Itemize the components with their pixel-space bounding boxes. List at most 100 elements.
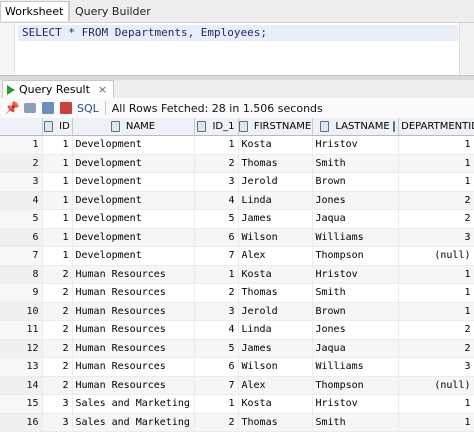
table-row[interactable]: 12 2 Human Resources 5 James Jaqua 2 — [0, 339, 474, 358]
cell-id-1[interactable]: 3 — [194, 172, 239, 192]
cell-firstname[interactable]: Alex — [238, 376, 313, 395]
row-number[interactable]: 8 — [0, 265, 43, 284]
cell-firstname[interactable]: Thomas — [238, 413, 313, 432]
cell-id-1[interactable]: 6 — [194, 357, 239, 377]
column-header-lastname[interactable]: LASTNAME — [312, 118, 399, 136]
cell-firstname[interactable]: Kosta — [238, 135, 313, 155]
cell-id[interactable]: 2 — [42, 357, 73, 377]
cell-lastname[interactable]: Smith — [312, 154, 399, 173]
cell-name[interactable]: Human Resources — [72, 357, 195, 377]
table-row[interactable]: 16 3 Sales and Marketing 2 Thomas Smith 1 — [0, 413, 474, 432]
cell-departmentid[interactable]: (null) — [398, 246, 474, 266]
row-number[interactable]: 3 — [0, 172, 43, 192]
cell-firstname[interactable]: Wilson — [238, 357, 313, 377]
cell-id-1[interactable]: 2 — [194, 283, 239, 303]
export-button[interactable] — [41, 101, 55, 115]
row-number[interactable]: 16 — [0, 413, 43, 432]
cell-id-1[interactable]: 1 — [194, 394, 239, 414]
table-row[interactable]: 15 3 Sales and Marketing 1 Kosta Hristov 1 — [0, 394, 474, 414]
row-number[interactable]: 10 — [0, 302, 43, 321]
cell-lastname[interactable]: Hristov — [312, 265, 399, 284]
cell-firstname[interactable]: Jerold — [238, 172, 313, 192]
cell-firstname[interactable]: James — [238, 339, 313, 358]
row-number[interactable]: 5 — [0, 209, 43, 229]
cell-id-1[interactable]: 2 — [194, 413, 239, 432]
row-number[interactable]: 1 — [0, 135, 43, 155]
cell-name[interactable]: Development — [72, 209, 195, 229]
row-number[interactable]: 14 — [0, 376, 43, 395]
cell-name[interactable]: Development — [72, 228, 195, 247]
cell-id-1[interactable]: 3 — [194, 302, 239, 321]
row-number[interactable]: 7 — [0, 246, 43, 266]
cell-id-1[interactable]: 7 — [194, 246, 239, 266]
refresh-button[interactable] — [59, 101, 73, 115]
cell-lastname[interactable]: Hristov — [312, 394, 399, 414]
cell-firstname[interactable]: Linda — [238, 191, 313, 210]
table-row[interactable]: 13 2 Human Resources 6 Wilson Williams 3 — [0, 357, 474, 377]
cell-id[interactable]: 2 — [42, 302, 73, 321]
cell-id-1[interactable]: 1 — [194, 135, 239, 155]
cell-id-1[interactable]: 1 — [194, 265, 239, 284]
cell-id[interactable]: 1 — [42, 246, 73, 266]
cell-lastname[interactable]: Hristov — [312, 135, 399, 155]
cell-lastname[interactable]: Brown — [312, 302, 399, 321]
row-number[interactable]: 15 — [0, 394, 43, 414]
cell-departmentid[interactable]: 1 — [398, 394, 474, 414]
close-icon[interactable]: × — [98, 81, 107, 99]
cell-id[interactable]: 1 — [42, 172, 73, 192]
cell-firstname[interactable]: Kosta — [238, 265, 313, 284]
row-number[interactable]: 2 — [0, 154, 43, 173]
table-row[interactable]: 9 2 Human Resources 2 Thomas Smith 1 — [0, 283, 474, 303]
cell-name[interactable]: Sales and Marketing — [72, 413, 195, 432]
cell-id[interactable]: 1 — [42, 209, 73, 229]
cell-lastname[interactable]: Williams — [312, 228, 399, 247]
cell-name[interactable]: Development — [72, 246, 195, 266]
cell-firstname[interactable]: Thomas — [238, 283, 313, 303]
row-number[interactable]: 11 — [0, 320, 43, 340]
cell-name[interactable]: Development — [72, 154, 195, 173]
table-row[interactable]: 14 2 Human Resources 7 Alex Thompson (null) — [0, 376, 474, 395]
cell-name[interactable]: Human Resources — [72, 283, 195, 303]
cell-lastname[interactable]: Jones — [312, 320, 399, 340]
cell-id[interactable]: 2 — [42, 320, 73, 340]
cell-departmentid[interactable]: 3 — [398, 357, 474, 377]
editor-scrollbar[interactable] — [459, 23, 474, 75]
sql-button[interactable]: SQL — [77, 102, 99, 115]
pin-icon[interactable]: 📌 — [5, 101, 20, 115]
cell-name[interactable]: Sales and Marketing — [72, 394, 195, 414]
cell-lastname[interactable]: Thompson — [312, 376, 399, 395]
table-row[interactable]: 1 1 Development 1 Kosta Hristov 1 — [0, 135, 474, 155]
table-row[interactable]: 5 1 Development 5 James Jaqua 2 — [0, 209, 474, 229]
cell-id-1[interactable]: 4 — [194, 320, 239, 340]
cell-id[interactable]: 2 — [42, 283, 73, 303]
table-row[interactable]: 10 2 Human Resources 3 Jerold Brown 1 — [0, 302, 474, 321]
cell-id[interactable]: 1 — [42, 191, 73, 210]
cell-departmentid[interactable]: 2 — [398, 339, 474, 358]
sql-statement[interactable]: SELECT * FROM Departments, Employees; — [22, 26, 267, 39]
print-button[interactable] — [23, 101, 37, 115]
cell-id[interactable]: 3 — [42, 394, 73, 414]
tab-worksheet[interactable]: Worksheet — [0, 1, 70, 21]
sql-editor[interactable]: SELECT * FROM Departments, Employees; — [0, 23, 474, 75]
row-number[interactable]: 6 — [0, 228, 43, 247]
cell-departmentid[interactable]: 1 — [398, 413, 474, 432]
cell-id[interactable]: 1 — [42, 154, 73, 173]
cell-name[interactable]: Human Resources — [72, 376, 195, 395]
cell-firstname[interactable]: Kosta — [238, 394, 313, 414]
cell-id[interactable]: 1 — [42, 228, 73, 247]
cell-lastname[interactable]: Jaqua — [312, 209, 399, 229]
table-row[interactable]: 11 2 Human Resources 4 Linda Jones 2 — [0, 320, 474, 340]
cell-lastname[interactable]: Jaqua — [312, 339, 399, 358]
row-number[interactable]: 4 — [0, 191, 43, 210]
table-row[interactable]: 6 1 Development 6 Wilson Williams 3 — [0, 228, 474, 247]
row-number[interactable]: 13 — [0, 357, 43, 377]
cell-departmentid[interactable]: 1 — [398, 154, 474, 173]
cell-id[interactable]: 2 — [42, 339, 73, 358]
column-header-id-1[interactable]: ID_1 — [194, 118, 239, 136]
cell-id-1[interactable]: 7 — [194, 376, 239, 395]
cell-lastname[interactable]: Smith — [312, 413, 399, 432]
tab-query-builder[interactable]: Query Builder — [68, 2, 155, 21]
cell-id-1[interactable]: 6 — [194, 228, 239, 247]
table-row[interactable]: 4 1 Development 4 Linda Jones 2 — [0, 191, 474, 210]
cell-departmentid[interactable]: 2 — [398, 191, 474, 210]
